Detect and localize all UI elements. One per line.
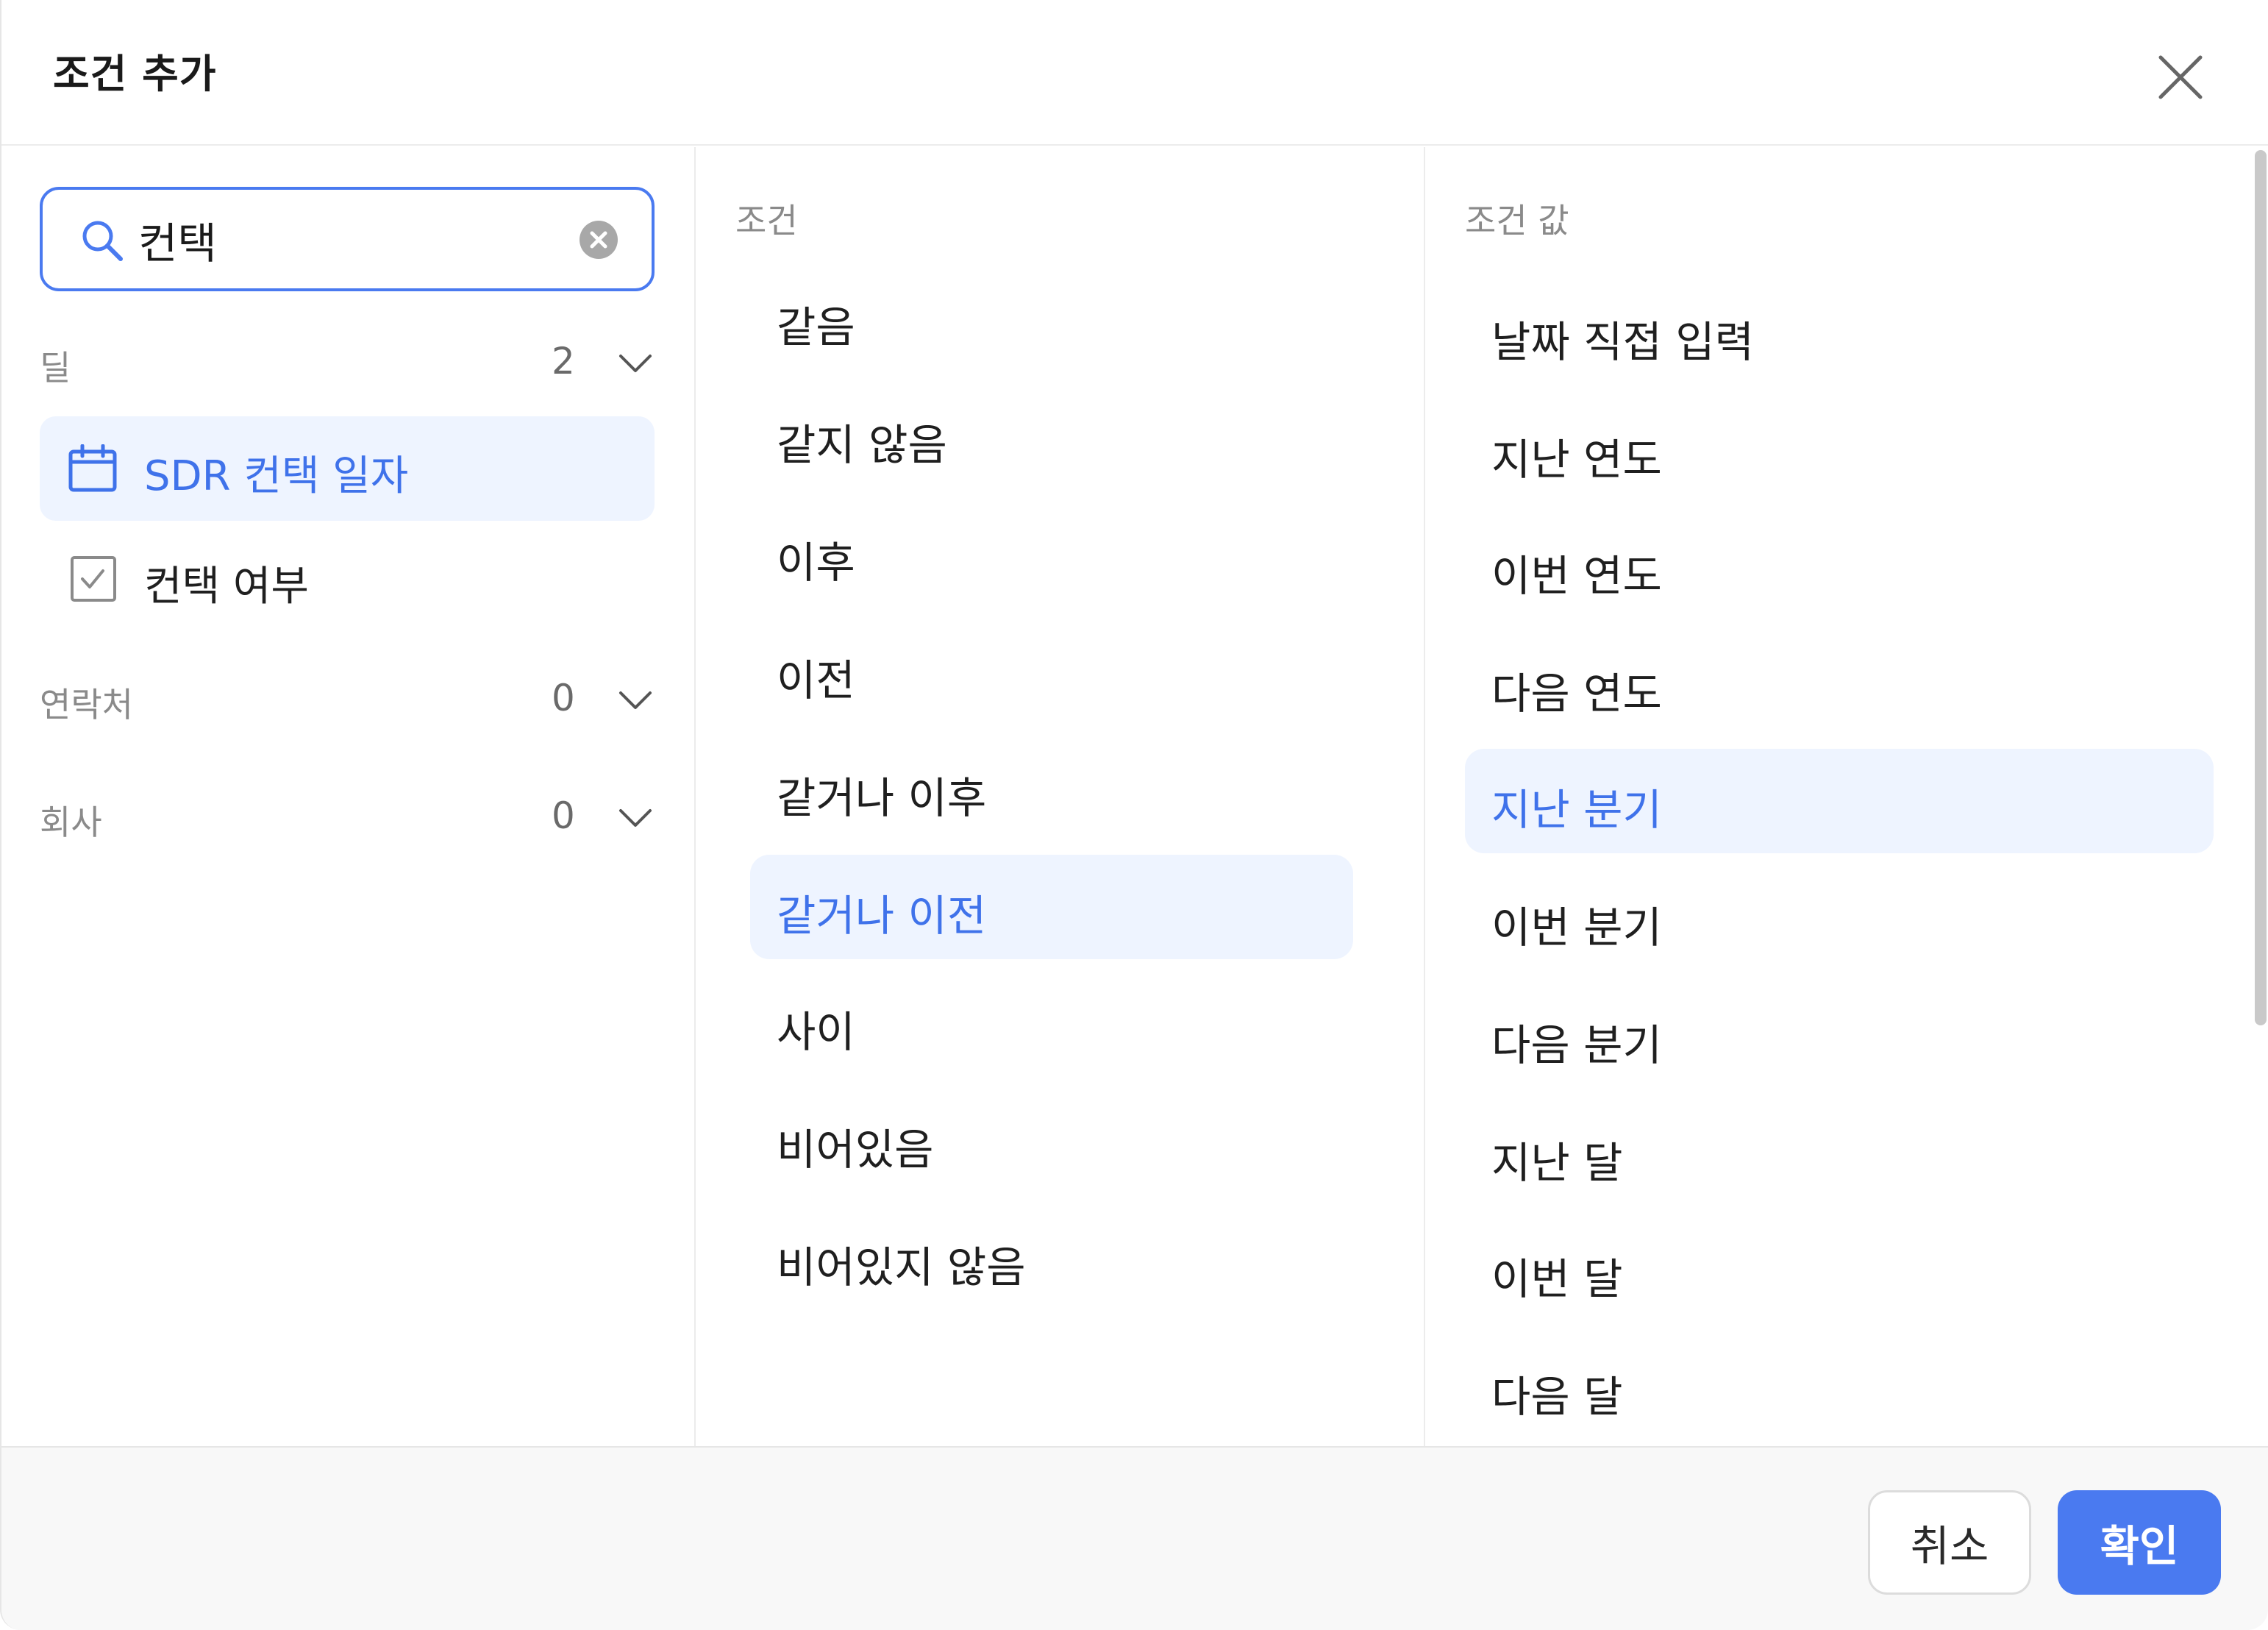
chevron-down-icon [619, 691, 652, 709]
group-count: 0 [552, 677, 575, 719]
group-header-deal[interactable]: 딜 2 [40, 328, 657, 394]
condition-label: 같지 않음 [777, 420, 947, 470]
field-item-sdr-contact-date[interactable]: SDR 컨택 일자 [40, 416, 655, 521]
group-label: 회사 [40, 802, 102, 842]
group-header-company[interactable]: 회사 0 [40, 783, 657, 849]
condition-label: 같음 [777, 302, 855, 352]
group-label: 연락처 [40, 685, 133, 725]
value-option[interactable]: 이번 분기 [1465, 866, 2214, 971]
dialog-title: 조건 추가 [53, 51, 217, 97]
clear-search-button[interactable] [578, 219, 619, 260]
condition-label: 이전 [777, 655, 855, 705]
condition-option-selected[interactable]: 같거나 이전 [750, 855, 1353, 959]
group-label: 딜 [40, 348, 71, 388]
group-count: 2 [552, 340, 575, 382]
value-label: 날짜 직접 입력 [1491, 317, 1755, 367]
search-icon [82, 221, 123, 261]
condition-option[interactable]: 사이 [750, 971, 1353, 1075]
search-input[interactable] [137, 204, 578, 275]
condition-option[interactable]: 비어있지 않음 [750, 1206, 1353, 1311]
value-label: 다음 분기 [1491, 1020, 1662, 1070]
value-label: 지난 연도 [1491, 435, 1662, 485]
condition-label: 비어있지 않음 [777, 1242, 1026, 1292]
value-label: 지난 달 [1491, 1138, 1623, 1188]
value-panel: 조건 값 날짜 직접 입력 지난 연도 이번 연도 다음 연도 지난 분기 이번… [1427, 147, 2268, 1446]
value-option[interactable]: 지난 달 [1465, 1102, 2214, 1206]
condition-option[interactable]: 이후 [750, 502, 1353, 606]
value-list-scrollbar[interactable] [2255, 150, 2267, 1025]
add-condition-dialog: 조건 추가 딜 2 [0, 0, 2268, 1630]
condition-label: 같거나 이전 [777, 891, 987, 941]
value-option[interactable]: 이번 연도 [1465, 515, 2214, 619]
group-header-contact[interactable]: 연락처 0 [40, 665, 657, 731]
value-label: 지난 분기 [1491, 785, 1662, 835]
condition-label: 사이 [777, 1007, 855, 1057]
value-label: 이번 연도 [1491, 551, 1662, 601]
value-label: 다음 달 [1491, 1372, 1623, 1422]
field-panel: 딜 2 SDR 컨택 일자 컨택 여부 연락처 0 [1, 147, 696, 1446]
condition-label: 이후 [777, 538, 855, 588]
condition-panel: 조건 같음 같지 않음 이후 이전 같거나 이후 같거나 이전 사이 비어있음 … [697, 147, 1425, 1446]
value-option-selected[interactable]: 지난 분기 [1465, 749, 2214, 853]
cancel-button[interactable]: 취소 [1868, 1490, 2031, 1595]
field-item-contact-status[interactable]: 컨택 여부 [40, 527, 655, 631]
checkbox-icon [71, 556, 116, 602]
value-option[interactable]: 다음 분기 [1465, 984, 2214, 1089]
condition-label: 비어있음 [777, 1125, 934, 1175]
condition-section-title: 조건 [735, 201, 798, 241]
value-option[interactable]: 날짜 직접 입력 [1465, 281, 2214, 385]
field-label: 컨택 여부 [144, 563, 309, 611]
value-label: 다음 연도 [1491, 669, 1662, 719]
value-option[interactable]: 다음 연도 [1465, 633, 2214, 737]
close-button[interactable] [2156, 53, 2205, 102]
value-label: 이번 달 [1491, 1254, 1623, 1304]
close-icon [2158, 55, 2203, 99]
search-box [40, 187, 655, 291]
chevron-down-icon [619, 355, 652, 372]
value-label: 이번 분기 [1491, 903, 1662, 953]
condition-option[interactable]: 비어있음 [750, 1089, 1353, 1193]
dialog-header: 조건 추가 [1, 0, 2268, 146]
chevron-down-icon [619, 809, 652, 827]
value-option[interactable]: 이번 달 [1465, 1218, 2214, 1323]
condition-option[interactable]: 이전 [750, 619, 1353, 724]
dialog-footer: 취소 확인 [1, 1446, 2268, 1630]
condition-label: 같거나 이후 [777, 773, 987, 823]
field-label: SDR 컨택 일자 [144, 452, 409, 500]
condition-option[interactable]: 같음 [750, 266, 1353, 371]
group-count: 0 [552, 794, 575, 837]
value-option[interactable]: 다음 달 [1465, 1336, 2214, 1440]
clear-icon [580, 221, 618, 259]
confirm-button[interactable]: 확인 [2058, 1490, 2221, 1595]
condition-option[interactable]: 같지 않음 [750, 384, 1353, 488]
condition-option[interactable]: 같거나 이후 [750, 737, 1353, 841]
calendar-icon [68, 444, 117, 492]
value-section-title: 조건 값 [1465, 201, 1569, 241]
value-option[interactable]: 지난 연도 [1465, 399, 2214, 503]
